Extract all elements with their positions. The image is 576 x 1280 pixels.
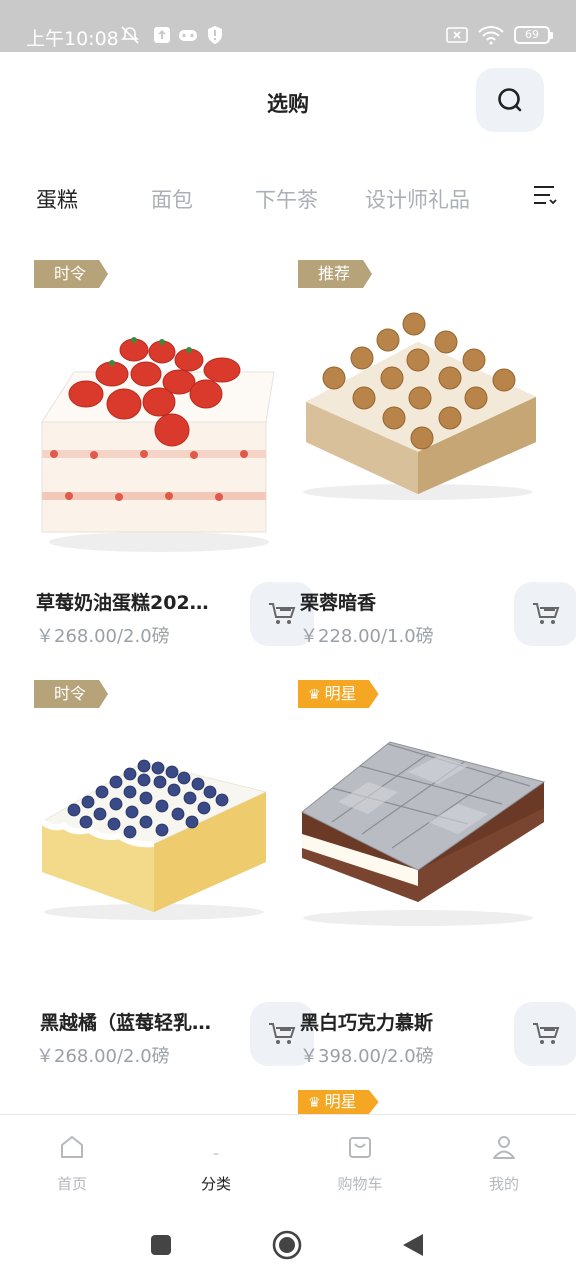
add-to-cart-button[interactable]	[514, 1002, 576, 1066]
crown-icon: ♛	[308, 687, 321, 703]
page-header: 选购	[0, 52, 576, 152]
product-name: 栗蓉暗香	[300, 592, 377, 614]
status-bar: 上午10:08 69	[0, 0, 576, 52]
seasonal-badge: 时令	[34, 680, 109, 708]
product-name: 黑白巧克力慕斯	[300, 1012, 434, 1034]
nav-home-label: 首页	[56, 1175, 87, 1193]
product-price: ￥268.00/2.0磅	[36, 626, 170, 647]
tab-cake[interactable]: 蛋糕	[36, 184, 78, 214]
category-menu-icon[interactable]	[532, 182, 558, 208]
battery-indicator: 69	[514, 26, 553, 44]
status-time: 上午10:08	[26, 28, 119, 50]
status-right: 69	[446, 25, 553, 45]
nav-cart-label: 购物车	[337, 1175, 383, 1193]
home-button[interactable]	[272, 1230, 302, 1260]
nav-profile-label: 我的	[488, 1175, 519, 1193]
add-to-cart-button[interactable]	[514, 582, 576, 646]
blueberry-cake-image	[40, 759, 268, 920]
cart-icon	[533, 603, 560, 624]
user-icon	[493, 1136, 515, 1159]
category-icon	[213, 1153, 219, 1155]
bottom-navigation: 首页 分类 购物车 我的	[0, 1114, 576, 1204]
wifi-icon	[478, 26, 504, 45]
star-badge-partial: ♛ 明星	[298, 1090, 379, 1114]
home-icon	[61, 1136, 83, 1158]
star-badge-label: 明星	[324, 684, 357, 703]
search-icon	[498, 88, 522, 112]
product-price: ￥268.00/2.0磅	[36, 1046, 170, 1067]
shopping-bag-icon	[349, 1137, 371, 1158]
chocolate-mousse-image	[301, 741, 546, 926]
product-price: ￥398.00/2.0磅	[300, 1046, 434, 1067]
nav-category[interactable]: 分类	[171, 1133, 261, 1194]
tab-bread[interactable]: 面包	[151, 184, 193, 214]
search-button[interactable]	[476, 68, 544, 132]
chestnut-cake-image	[303, 312, 536, 500]
star-badge-label: 明星	[324, 1092, 357, 1111]
mute-icon	[121, 26, 139, 44]
recommend-badge: 推荐	[298, 260, 373, 288]
recent-apps-button[interactable]	[150, 1234, 172, 1256]
tab-designer-gifts[interactable]: 设计师礼品	[365, 184, 470, 214]
gamepad-icon	[179, 30, 197, 41]
cart-icon	[269, 603, 296, 624]
star-badge: ♛ 明星	[298, 680, 379, 708]
nav-home[interactable]: 首页	[27, 1133, 117, 1194]
product-name: 草莓奶油蛋糕2024款	[36, 592, 216, 614]
product-card[interactable]: ♛ 明星 黑白巧克力慕斯 ￥398.00/2.0磅	[298, 670, 576, 1080]
product-card[interactable]: 推荐 栗蓉暗香 ￥228.00/1.0磅	[298, 250, 576, 660]
product-price: ￥228.00/1.0磅	[300, 626, 434, 647]
category-tabs: 蛋糕 面包 下午茶 设计师礼品	[0, 170, 576, 224]
back-button[interactable]	[402, 1233, 424, 1257]
system-navigation-bar	[0, 1204, 576, 1280]
sim-off-icon	[446, 27, 468, 43]
crown-icon: ♛	[308, 1095, 321, 1111]
product-name: 黑越橘（蓝莓轻乳酪）	[40, 1012, 220, 1034]
product-card[interactable]: 时令 黑越橘（蓝莓轻乳酪） ￥268.00/2.0磅	[34, 670, 314, 1080]
tab-afternoon-tea[interactable]: 下午茶	[255, 184, 318, 214]
strawberry-cake-image	[41, 337, 275, 552]
cart-icon	[533, 1023, 560, 1044]
product-card[interactable]: 时令 草莓奶油蛋糕2024款 ￥268.00/2.0磅	[34, 250, 314, 660]
cart-icon	[269, 1023, 296, 1044]
shield-icon	[208, 26, 222, 44]
nav-cart[interactable]: 购物车	[315, 1133, 405, 1194]
seasonal-badge: 时令	[34, 260, 109, 288]
nav-category-label: 分类	[200, 1175, 231, 1193]
upload-icon	[154, 27, 170, 43]
nav-profile[interactable]: 我的	[459, 1133, 549, 1194]
